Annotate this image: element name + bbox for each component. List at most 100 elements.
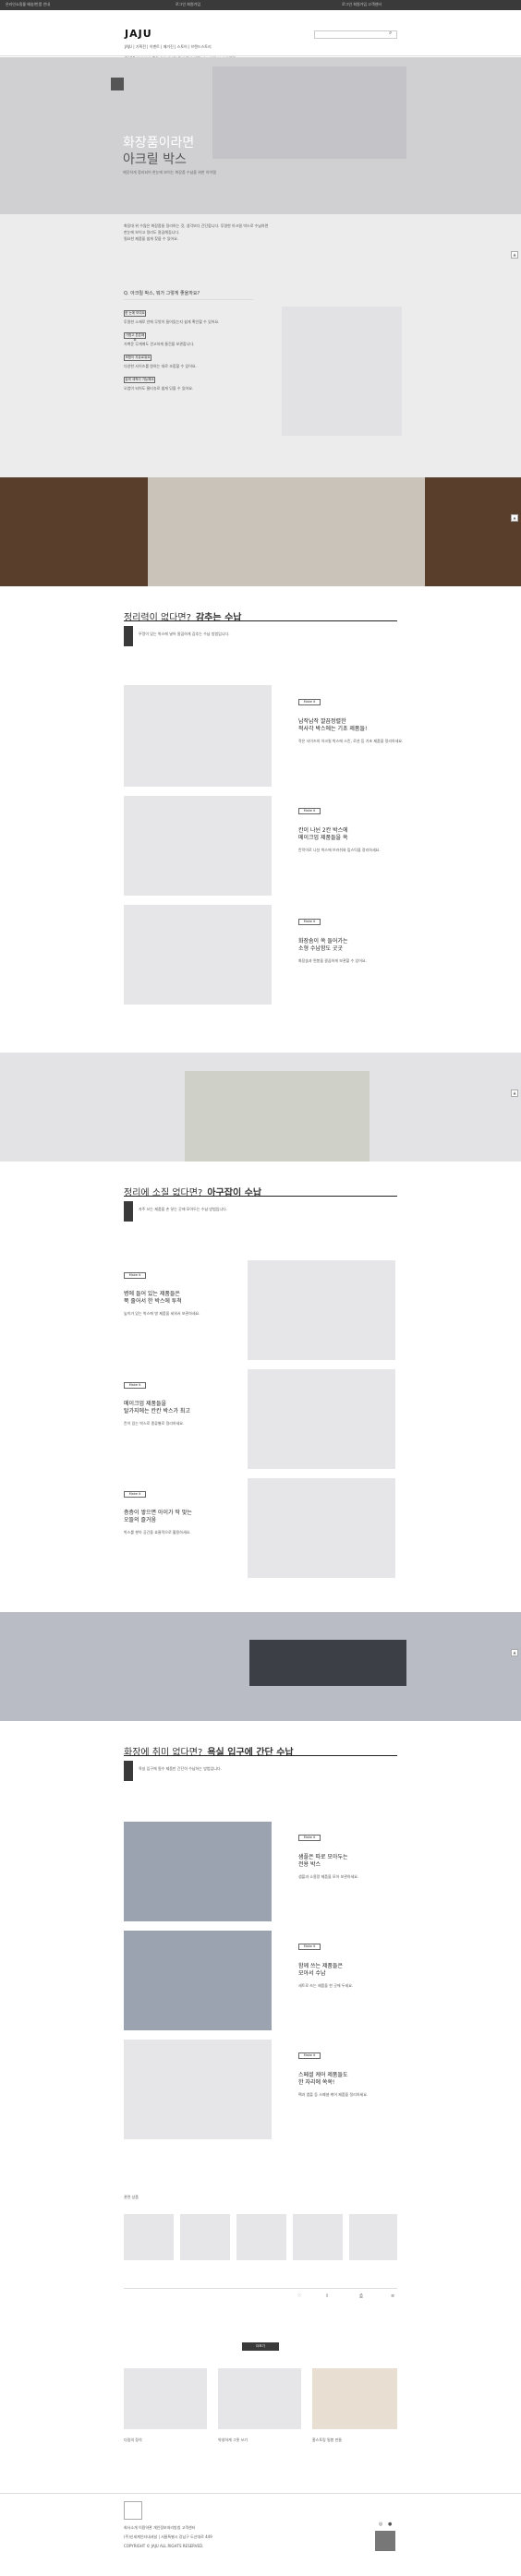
- sec1-tag-3: Make it: [298, 919, 321, 925]
- sec2-tag-3: Make it: [124, 1491, 146, 1498]
- sec2-tag-2: Make it: [124, 1382, 146, 1389]
- shelf-banner-image: ▲: [0, 1612, 521, 1721]
- related-product-3[interactable]: [236, 2214, 286, 2260]
- sec1-tag-1: Make it: [298, 699, 321, 705]
- sec1-item3-body: 화장솜과 면봉을 깔끔하게 보관할 수 있어요.: [298, 958, 367, 963]
- card-title-3[interactable]: 홈스토링 밀봉 만들: [312, 2438, 342, 2443]
- bottles-image: [185, 1071, 370, 1162]
- sec3-accent: [124, 1761, 133, 1781]
- topbar-login[interactable]: 로그인 회원가입 고객센터: [342, 2, 382, 7]
- intro-text-3: 필요한 제품을 쉽게 찾을 수 있어요.: [124, 236, 179, 241]
- sec3-title: 화장에 취미 없다면? 욕실 입구에 간단 수납: [124, 1748, 294, 1758]
- sec1-item1-title1: 납작납작 깔끔정렬한: [298, 718, 346, 725]
- faq-text-1: 투명한 소재로 안에 무엇이 들어있는지 쉽게 확인할 수 있어요.: [124, 319, 220, 324]
- faq-tag-1: 한 눈에 보여요: [124, 310, 146, 317]
- sec1-item1-body: 작은 사이즈의 아크릴 박스에 스킨, 로션 등 기초 제품을 정리하세요.: [298, 739, 404, 743]
- sec3-item2-title2: 모아서 수납: [298, 1970, 326, 1977]
- sec2-title: 정리에 소질 없다면? 아구잡이 수납: [124, 1188, 262, 1198]
- sec3-item1-title1: 샘플은 따로 모아두는: [298, 1854, 348, 1860]
- sec2-image-3: [248, 1478, 395, 1578]
- intro-text-1: 화장대 위 수많은 화장품들 정리하는 것, 생각보다 간단합니다. 투명한 아…: [124, 223, 269, 228]
- sec3-desc: 욕실 입구에 필수 제품만 간단히 수납하는 방법입니다.: [139, 1766, 222, 1771]
- search-icon[interactable]: ⌕: [389, 30, 392, 37]
- sec1-image-1: [124, 685, 272, 787]
- share-icon[interactable]: ⇪: [325, 2293, 329, 2299]
- sec3-image-1: [124, 1822, 272, 1921]
- sec3-image-2: [124, 1931, 272, 2030]
- related-product-1[interactable]: [124, 2214, 174, 2260]
- faq-text-4: 오염이 되어도 물티슈로 쉽게 닦을 수 있어요.: [124, 386, 194, 391]
- side-scroll-icon[interactable]: ▲: [511, 251, 518, 259]
- sec3-item2-title1: 함께 쓰는 제품들은: [298, 1963, 343, 1969]
- related-divider: [124, 2288, 397, 2289]
- side-icon-3[interactable]: ▲: [511, 1089, 518, 1097]
- sec2-item3-title1: 층층이 쌓으면 아이가 딱 맞는: [124, 1510, 192, 1516]
- facebook-icon[interactable]: ●: [388, 2522, 392, 2527]
- intro-section: 화장대 위 수많은 화장품들 정리하는 것, 생각보다 간단합니다. 투명한 아…: [0, 214, 521, 477]
- faq-tag-2: 가볍고 튼튼해요: [124, 332, 146, 342]
- related-product-4[interactable]: [293, 2214, 343, 2260]
- card-title-1[interactable]: 다림의 정석: [124, 2438, 142, 2443]
- sec3-divider: [124, 1755, 397, 1756]
- sec2-item1-title1: 병에 들어 있는 제품들은: [124, 1291, 180, 1297]
- heart-icon[interactable]: ♡: [297, 2293, 301, 2299]
- sec1-item2-body: 칸막이로 나뉜 박스에 브러쉬와 립스틱을 정리하세요.: [298, 848, 381, 852]
- sec3-item3-body: 팩과 앰플 등 스페셜 케어 제품을 정리하세요.: [298, 2092, 369, 2097]
- hero-shelf-image: [212, 66, 406, 159]
- sec2-divider: [124, 1196, 397, 1197]
- topbar-notice[interactable]: 온라인쇼핑몰 배송/반품 안내: [6, 2, 50, 7]
- hero-subtitle: 깨끗하게 정리되어 한눈에 보이는 화장품 수납을 위한 아이템: [123, 170, 216, 175]
- more-button[interactable]: 더보기: [242, 2342, 279, 2351]
- footer-info: (주)신세계인터내셔날 | 서울특별시 강남구 도산대로 449: [124, 2534, 212, 2539]
- footer: 회사소개 이용약관 개인정보처리방침 고객센터 (주)신세계인터내셔날 | 서울…: [0, 2493, 521, 2576]
- sec1-image-3: [124, 905, 272, 1005]
- card-title-2[interactable]: 약냉하게 그릇 쓰기: [218, 2438, 248, 2443]
- sec1-tag-2: Make it: [298, 808, 321, 814]
- bottles-banner-image: ▲: [0, 1053, 521, 1162]
- topbar-mid[interactable]: 로그인 회원가입: [176, 2, 200, 7]
- side-icon-4[interactable]: ▲: [511, 1649, 518, 1656]
- sec2-image-2: [248, 1369, 395, 1469]
- footer-links[interactable]: 회사소개 이용약관 개인정보처리방침 고객센터: [124, 2525, 195, 2531]
- hero-logo-mark: [111, 78, 124, 90]
- sec1-item3-title2: 소형 수납함도 굿굿: [298, 945, 343, 952]
- sec3-item1-title2: 전용 박스: [298, 1861, 321, 1868]
- drawer-contents: [148, 477, 425, 586]
- card-image-1[interactable]: [124, 2368, 207, 2429]
- print-icon[interactable]: ⎙: [359, 2293, 363, 2299]
- sec1-desc: 뚜껑이 있는 박스에 넣어 깔끔하게 감추는 수납 방법입니다.: [139, 632, 230, 636]
- sec2-item1-title2: 쭉 줄어서 한 박스에 투척: [124, 1298, 182, 1305]
- sec3-item1-body: 샘플과 소용량 제품을 모아 보관하세요.: [298, 1874, 359, 1879]
- sec3-item2-body: 세트로 쓰는 제품을 한 곳에 두세요.: [298, 1983, 354, 1988]
- related-title: 관련 상품: [124, 2195, 139, 2199]
- card-image-2[interactable]: [218, 2368, 301, 2429]
- acrylic-boxes-image: [282, 307, 402, 436]
- hero-title-2: 아크릴 박스: [123, 152, 187, 167]
- sec1-title: 정리력이 없다면? 감추는 수납: [124, 613, 242, 623]
- faq-question: Q. 아크릴 박스, 뭐가 그렇게 좋을까요?: [124, 291, 200, 296]
- sec1-item2-title1: 칸이 나뉜 2칸 박스에: [298, 827, 348, 834]
- top-bar: 온라인쇼핑몰 배송/반품 안내 로그인 회원가입 로그인 회원가입 고객센터: [0, 0, 521, 10]
- sec2-accent: [124, 1201, 133, 1222]
- logo[interactable]: JAJU: [125, 28, 152, 40]
- faq-text-2: 가벼운 무게에도 견고하게 물건을 보관합니다.: [124, 342, 195, 346]
- related-product-5[interactable]: [349, 2214, 397, 2260]
- sec2-item2-title1: 메이크업 제품들을: [124, 1401, 167, 1407]
- hero-title-1: 화장품이라면: [123, 136, 195, 150]
- sec2-tag-1: Make it: [124, 1272, 146, 1279]
- search-input[interactable]: [314, 30, 397, 39]
- sec1-accent: [124, 626, 133, 646]
- sec2-item3-body: 박스를 쌓아 공간을 효율적으로 활용하세요.: [124, 1530, 191, 1535]
- sec3-item3-title2: 한 자리에 쏙쏙!: [298, 2079, 335, 2086]
- sub-nav[interactable]: JAJU | 기획전 | 이벤트 | 매거진 | 스토어 | 브랜드스토리: [125, 44, 212, 50]
- sec3-image-3: [124, 2040, 272, 2139]
- list-icon[interactable]: ≡: [391, 2293, 394, 2299]
- faq-tag-4: 쉽게 세척이 가능해요: [124, 377, 155, 383]
- card-image-3[interactable]: [312, 2368, 397, 2429]
- instagram-icon[interactable]: ◎: [379, 2522, 382, 2527]
- side-icon-2[interactable]: ▲: [511, 514, 518, 522]
- sec1-item1-title2: 적사각 박스에는 기초 제품들!: [298, 726, 368, 732]
- footer-copyright: COPYRIGHT © JAJU ALL RIGHTS RESERVED.: [124, 2544, 204, 2548]
- related-product-2[interactable]: [180, 2214, 230, 2260]
- drawer-banner-image: ▲: [0, 477, 521, 586]
